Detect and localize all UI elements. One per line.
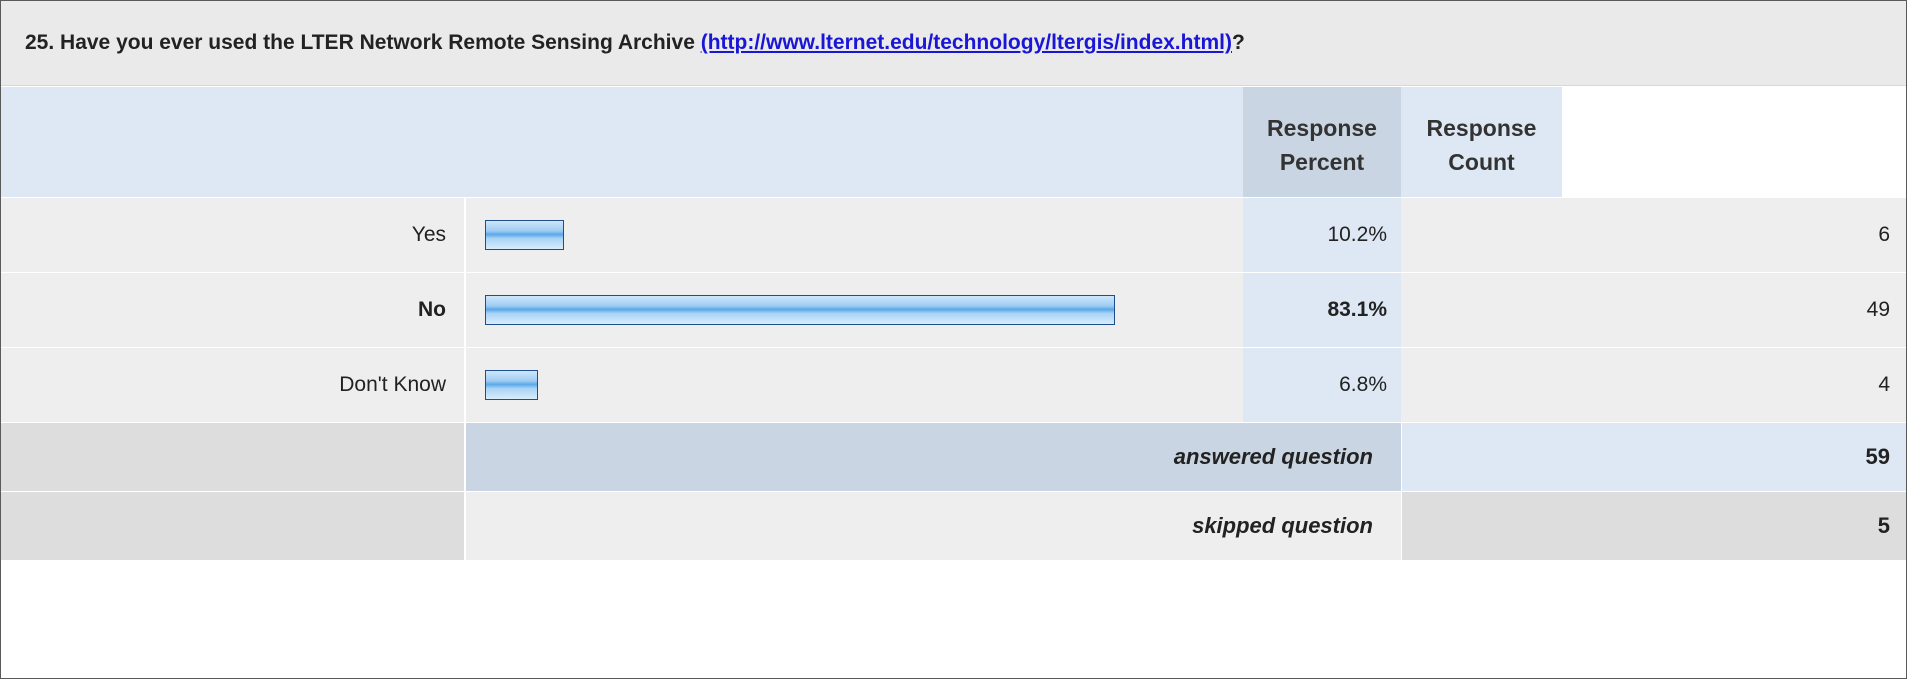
header-response-percent: Response Percent bbox=[1243, 87, 1401, 197]
header-percent-line2: Percent bbox=[1279, 149, 1365, 175]
response-percent: 10.2% bbox=[1243, 198, 1401, 272]
table-row: No 83.1% 49 bbox=[1, 273, 1906, 348]
response-count: 6 bbox=[1401, 198, 1906, 272]
response-count: 4 bbox=[1401, 348, 1906, 422]
header-count-line1: Response bbox=[1426, 115, 1537, 141]
response-percent: 6.8% bbox=[1243, 348, 1401, 422]
summary-blank-cell bbox=[1, 492, 465, 560]
answered-question-count: 59 bbox=[1401, 423, 1906, 491]
header-response-count: Response Count bbox=[1401, 87, 1562, 197]
header-percent-line1: Response bbox=[1267, 115, 1377, 141]
response-count: 49 bbox=[1401, 273, 1906, 347]
skipped-question-count: 5 bbox=[1401, 492, 1906, 560]
survey-question-panel: 25. Have you ever used the LTER Network … bbox=[0, 0, 1907, 679]
question-header: 25. Have you ever used the LTER Network … bbox=[1, 1, 1906, 86]
bar-cell bbox=[466, 198, 1243, 272]
bar-cell bbox=[466, 273, 1243, 347]
header-blank-cell bbox=[1, 87, 1243, 197]
response-percent: 83.1% bbox=[1243, 273, 1401, 347]
column-divider bbox=[1401, 423, 1402, 560]
table-row: Yes 10.2% 6 bbox=[1, 198, 1906, 273]
table-header-row: Response Percent Response Count bbox=[1, 87, 1906, 197]
answer-label: Yes bbox=[1, 198, 465, 272]
question-suffix: ? bbox=[1231, 31, 1245, 54]
response-bar bbox=[485, 295, 1115, 325]
summary-blank-cell bbox=[1, 423, 465, 491]
skipped-question-row: skipped question 5 bbox=[1, 492, 1906, 560]
response-bar bbox=[485, 220, 564, 250]
table-row: Don't Know 6.8% 4 bbox=[1, 348, 1906, 423]
answer-label: No bbox=[1, 273, 465, 347]
question-prefix: 25. Have you ever used the LTER Network … bbox=[25, 31, 701, 54]
archive-link[interactable]: (http://www.lternet.edu/technology/lterg… bbox=[701, 31, 1232, 54]
answered-question-label: answered question bbox=[466, 423, 1401, 491]
response-bar bbox=[485, 370, 538, 400]
answer-label: Don't Know bbox=[1, 348, 465, 422]
question-title: 25. Have you ever used the LTER Network … bbox=[25, 31, 1245, 55]
header-count-line2: Count bbox=[1448, 149, 1515, 175]
skipped-question-label: skipped question bbox=[466, 492, 1401, 560]
bar-cell bbox=[466, 348, 1243, 422]
answered-question-row: answered question 59 bbox=[1, 423, 1906, 491]
